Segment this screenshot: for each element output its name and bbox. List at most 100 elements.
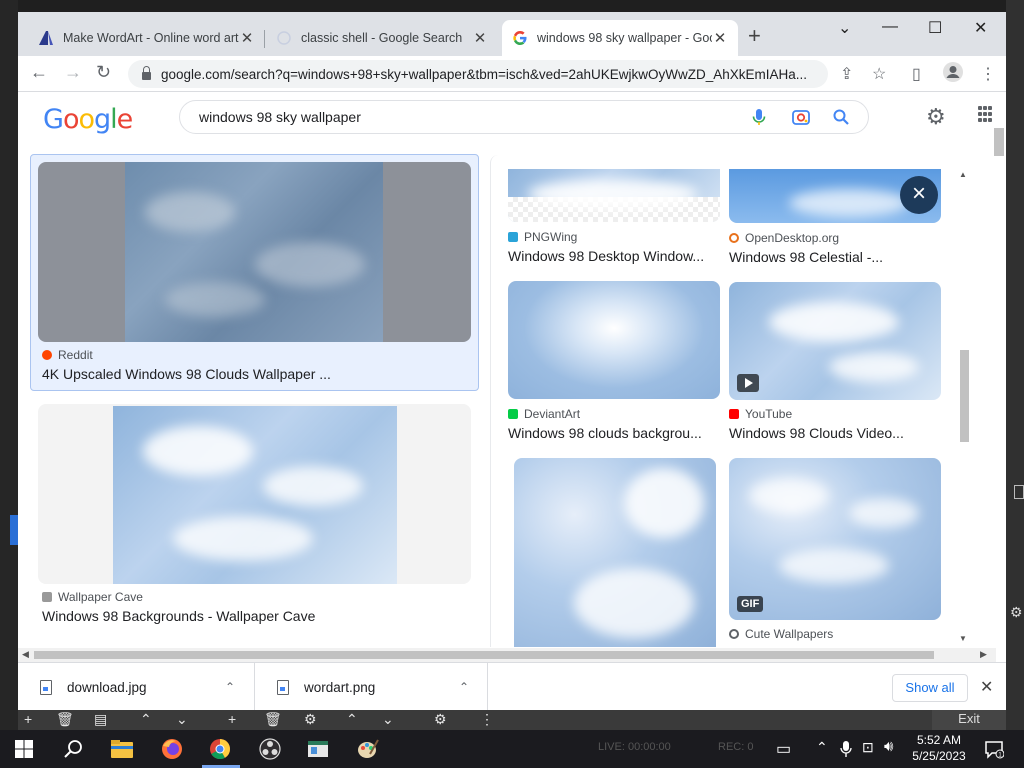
tab-strip: Make WordArt - Online word art ✕ classic… bbox=[18, 12, 1006, 56]
forward-arrow-icon[interactable]: → bbox=[64, 62, 82, 83]
horizontal-scrollbar-thumb[interactable] bbox=[34, 651, 934, 659]
result-title[interactable]: Windows 98 Clouds Video... bbox=[729, 425, 939, 441]
page-icon bbox=[276, 30, 292, 46]
obs-control-bar: + 🗑 ▤ ⌃ ⌄ + 🗑 ⚙ ⌃ ⌄ ⚙ ⋮ bbox=[18, 708, 1006, 730]
app-window-icon[interactable] bbox=[306, 738, 330, 760]
notification-icon[interactable]: 1 bbox=[984, 739, 1004, 759]
paint-icon[interactable] bbox=[356, 738, 380, 760]
google-apps-icon[interactable] bbox=[978, 106, 992, 122]
gear-icon[interactable]: ⚙ bbox=[304, 711, 317, 728]
address-bar[interactable]: google.com/search?q=windows+98+sky+wallp… bbox=[128, 60, 828, 88]
search-icon[interactable] bbox=[830, 106, 852, 128]
more-icon[interactable]: ⋮ bbox=[480, 711, 494, 728]
side-panel-icon[interactable]: ▯ bbox=[912, 64, 921, 84]
tab-wordart[interactable]: Make WordArt - Online word art ✕ bbox=[28, 20, 265, 56]
chevron-down-icon[interactable]: ⌄ bbox=[176, 711, 188, 728]
chevron-up-icon[interactable]: ⌃ bbox=[140, 711, 152, 728]
page-scrollbar-thumb[interactable] bbox=[994, 128, 1004, 156]
google-logo[interactable]: Google bbox=[43, 104, 133, 135]
result-thumbnail[interactable] bbox=[729, 282, 941, 400]
gear-icon[interactable]: ⚙ bbox=[434, 711, 447, 728]
add-icon[interactable]: + bbox=[24, 711, 32, 727]
result-thumbnail[interactable] bbox=[38, 162, 471, 342]
browser-toolbar: ← → ↻ google.com/search?q=windows+98+sky… bbox=[18, 56, 1006, 92]
search-box[interactable] bbox=[179, 100, 869, 134]
minimize-button[interactable]: — bbox=[882, 18, 898, 36]
microphone-icon[interactable] bbox=[840, 740, 852, 758]
add-icon[interactable]: + bbox=[228, 711, 236, 727]
obs-icon[interactable] bbox=[258, 738, 282, 760]
obs-live-indicator: LIVE: 00:00:00 bbox=[598, 741, 671, 753]
settings-gear-icon[interactable]: ⚙ bbox=[926, 104, 946, 130]
volume-icon[interactable]: 🔊︎ bbox=[884, 738, 893, 755]
windows-start-icon[interactable] bbox=[14, 739, 34, 759]
chevron-up-icon[interactable]: ⌃ bbox=[225, 680, 235, 694]
result-title[interactable]: Windows 98 clouds backgrou... bbox=[508, 425, 718, 441]
back-arrow-icon[interactable]: ← bbox=[30, 62, 48, 83]
tab-title: Make WordArt - Online word art bbox=[63, 31, 239, 45]
gear-icon[interactable]: ⚙ bbox=[1010, 604, 1023, 621]
firefox-icon[interactable] bbox=[160, 738, 184, 760]
keyboard-icon[interactable]: ▭ bbox=[776, 739, 791, 759]
result-thumbnail[interactable] bbox=[38, 404, 471, 584]
chrome-icon[interactable] bbox=[208, 738, 232, 760]
tab-title: classic shell - Google Search bbox=[301, 31, 463, 45]
result-thumbnail[interactable] bbox=[508, 281, 720, 399]
deviantart-icon bbox=[508, 409, 518, 419]
menu-dots-icon[interactable]: ⋮ bbox=[980, 64, 996, 84]
file-icon bbox=[277, 679, 289, 695]
panel-scrollbar-thumb[interactable] bbox=[960, 350, 969, 442]
close-icon[interactable]: ✕ bbox=[980, 677, 993, 697]
tab-windows98-sky[interactable]: windows 98 sky wallpaper - Goo ✕ bbox=[502, 20, 738, 56]
close-window-button[interactable]: ✕ bbox=[974, 18, 987, 38]
result-thumbnail[interactable]: GIF bbox=[729, 458, 941, 620]
close-icon[interactable]: ✕ bbox=[472, 29, 488, 47]
trash-icon[interactable]: 🗑 bbox=[264, 711, 282, 728]
share-icon[interactable]: ⇪ bbox=[840, 64, 853, 84]
result-thumbnail[interactable] bbox=[514, 458, 716, 647]
chevron-up-icon[interactable]: ⌃ bbox=[459, 680, 469, 694]
video-play-icon bbox=[737, 374, 759, 392]
system-clock[interactable]: 5:52 AM 5/25/2023 bbox=[906, 732, 972, 764]
file-explorer-icon[interactable] bbox=[110, 738, 134, 760]
chevron-down-icon[interactable]: ⌄ bbox=[382, 711, 394, 728]
result-thumbnail[interactable] bbox=[508, 169, 720, 222]
close-icon[interactable]: ✕ bbox=[239, 29, 255, 47]
filter-icon[interactable]: ▤ bbox=[94, 711, 107, 728]
search-input[interactable] bbox=[199, 109, 739, 125]
close-panel-button[interactable]: × bbox=[900, 176, 938, 214]
pngwing-icon bbox=[508, 232, 518, 242]
maximize-button[interactable]: ☐ bbox=[928, 18, 942, 38]
reload-icon[interactable]: ↻ bbox=[96, 62, 111, 83]
download-item[interactable]: wordart.png ⌃ bbox=[255, 663, 488, 710]
url-text: google.com/search?q=windows+98+sky+wallp… bbox=[161, 66, 808, 82]
chevron-up-icon[interactable]: ⌃ bbox=[816, 739, 828, 756]
show-all-button[interactable]: Show all bbox=[892, 674, 968, 702]
tab-classic-shell[interactable]: classic shell - Google Search ✕ bbox=[266, 20, 498, 56]
result-title[interactable]: Windows 98 Desktop Window... bbox=[508, 248, 718, 264]
bookmark-star-icon[interactable]: ☆ bbox=[872, 64, 886, 84]
search-icon[interactable] bbox=[62, 738, 86, 760]
opendesktop-icon bbox=[729, 233, 739, 243]
result-source: YouTube bbox=[729, 407, 792, 421]
result-title[interactable]: Windows 98 Backgrounds - Wallpaper Cave bbox=[42, 608, 472, 624]
trash-icon[interactable]: 🗑 bbox=[56, 711, 74, 728]
result-source: DeviantArt bbox=[508, 407, 580, 421]
download-bar: download.jpg ⌃ wordart.png ⌃ Show all ✕ bbox=[18, 662, 1006, 710]
obs-exit-button[interactable]: Exit bbox=[932, 708, 1006, 730]
page-scrollbar[interactable] bbox=[994, 112, 1004, 647]
profile-avatar-icon[interactable] bbox=[942, 61, 964, 88]
result-title[interactable]: 4K Upscaled Windows 98 Clouds Wallpaper … bbox=[42, 366, 472, 382]
download-item[interactable]: download.jpg ⌃ bbox=[18, 663, 255, 710]
panel-scrollbar[interactable]: ▲ ▼ bbox=[958, 170, 969, 648]
new-tab-button[interactable]: + bbox=[748, 25, 761, 47]
microphone-icon[interactable] bbox=[748, 106, 770, 128]
network-icon[interactable]: ⊡ bbox=[862, 739, 874, 756]
close-icon[interactable]: ✕ bbox=[712, 29, 728, 47]
lens-camera-icon[interactable] bbox=[790, 106, 812, 128]
tab-search-icon[interactable]: ⌄ bbox=[838, 18, 851, 38]
result-source: Wallpaper Cave bbox=[42, 590, 143, 604]
result-title[interactable]: Windows 98 Celestial -... bbox=[729, 249, 939, 265]
horizontal-scrollbar[interactable]: ◀ ▶ bbox=[18, 648, 996, 662]
chevron-up-icon[interactable]: ⌃ bbox=[346, 711, 358, 728]
